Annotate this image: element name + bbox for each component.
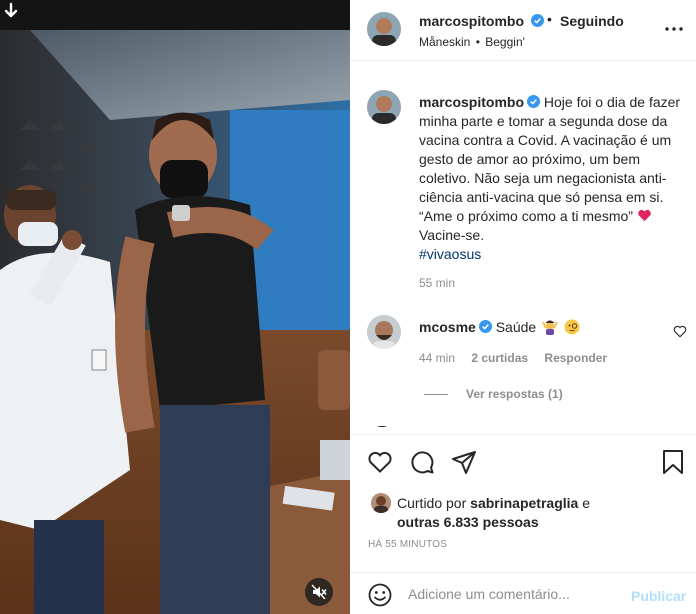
caption-username[interactable]: marcospitombo: [419, 94, 524, 110]
more-horizontal-icon[interactable]: [665, 27, 683, 31]
likes-others-count[interactable]: outras 6.833 pessoas: [397, 514, 539, 530]
mute-icon: [311, 584, 327, 600]
separator-dot: •: [547, 11, 552, 27]
post-username[interactable]: marcospitombo: [419, 13, 544, 29]
username-text: marcospitombo: [419, 13, 525, 29]
likes-prefix: Curtido por: [397, 495, 467, 511]
comment-body: Saúde: [495, 319, 537, 335]
comments-section[interactable]: marcospitombo Hoje foi o dia de fazer mi…: [350, 62, 696, 427]
hashtag-link[interactable]: #vivaosus: [419, 246, 481, 262]
comment-username[interactable]: mcosme: [419, 319, 476, 335]
music-artist: Måneskin: [419, 35, 471, 49]
comment-like-heart-icon[interactable]: [673, 325, 687, 338]
avatar[interactable]: [367, 315, 401, 349]
add-comment-bar: Publicar: [350, 572, 696, 614]
post-details-panel: marcospitombo • Seguindo Måneskin • Begg…: [350, 0, 696, 614]
caption-timestamp: 55 min: [419, 276, 456, 290]
share-icon[interactable]: [451, 449, 477, 475]
profile-photo-icon: [371, 493, 391, 513]
red-heart-emoji-icon: [638, 209, 651, 222]
post-header: marcospitombo • Seguindo Måneskin • Begg…: [350, 0, 696, 61]
avatar[interactable]: [367, 12, 401, 46]
caption-body: Hoje foi o dia de fazer minha parte e to…: [419, 94, 681, 224]
comment-likes-count[interactable]: 2 curtidas: [471, 351, 528, 365]
person-gesturing-emoji-icon: [542, 320, 558, 335]
comment-icon[interactable]: [409, 449, 435, 475]
profile-photo-icon: [367, 315, 401, 349]
liked-by-username[interactable]: sabrinapetraglia: [470, 495, 578, 511]
music-track: Beggin': [485, 35, 525, 49]
view-replies-label: Ver respostas (1): [466, 387, 563, 401]
bookmark-icon[interactable]: [660, 449, 686, 475]
avatar[interactable]: [367, 426, 397, 427]
comment-timestamp: 44 min: [419, 351, 456, 365]
music-separator: •: [475, 35, 480, 49]
face-with-monocle-emoji-icon: [564, 319, 580, 335]
replies-divider: [424, 394, 448, 396]
comment-input[interactable]: [408, 586, 618, 602]
verified-badge-icon: [530, 14, 544, 27]
post-comment-button[interactable]: Publicar: [631, 588, 686, 604]
comment-text: mcosme Saúde: [419, 319, 580, 335]
likes-text: Curtido por sabrinapetraglia e outras 6.…: [397, 494, 687, 532]
vaccination-photo: [0, 0, 350, 614]
post-timestamp[interactable]: HÁ 55 MINUTOS: [368, 539, 447, 550]
caption-text: marcospitombo Hoje foi o dia de fazer mi…: [419, 93, 681, 264]
caption-body-end: Vacine-se.: [419, 227, 485, 243]
mute-button[interactable]: [305, 578, 333, 606]
likes-connector: e: [582, 495, 590, 511]
download-arrow-icon[interactable]: [2, 2, 20, 20]
post-media[interactable]: [0, 0, 350, 614]
verified-badge-icon: [527, 95, 541, 108]
avatar[interactable]: [367, 90, 401, 124]
heart-icon[interactable]: [367, 449, 393, 475]
audio-info[interactable]: Måneskin • Beggin': [419, 35, 525, 49]
avatar[interactable]: [371, 493, 391, 513]
following-button[interactable]: Seguindo: [560, 13, 624, 29]
reply-button[interactable]: Responder: [544, 351, 607, 365]
verified-badge-icon: [478, 320, 492, 333]
profile-photo-icon: [367, 12, 401, 46]
comment-meta: 44 min 2 curtidas Responder: [419, 351, 620, 365]
view-replies-button[interactable]: Ver respostas (1): [424, 387, 563, 401]
profile-photo-icon: [367, 90, 401, 124]
smile-icon[interactable]: [368, 583, 392, 607]
post-actions: Curtido por sabrinapetraglia e outras 6.…: [350, 434, 696, 614]
